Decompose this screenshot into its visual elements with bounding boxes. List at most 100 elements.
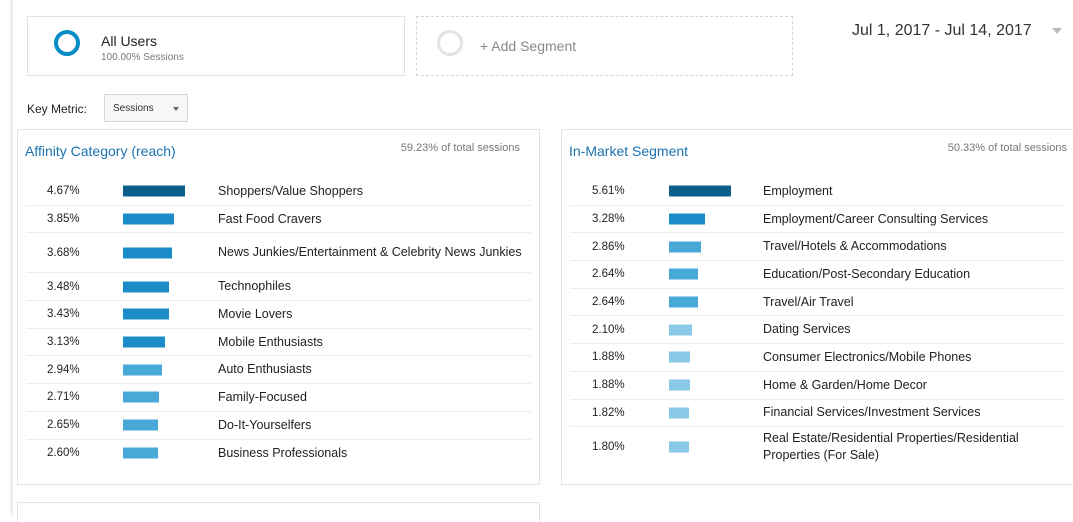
table-row[interactable]: 3.13% Mobile Enthusiasts bbox=[26, 329, 531, 357]
row-category[interactable]: Home & Garden/Home Decor bbox=[763, 372, 1068, 399]
row-category[interactable]: Auto Enthusiasts bbox=[218, 356, 523, 383]
table-row[interactable]: 3.85% Fast Food Cravers bbox=[26, 206, 531, 234]
row-category[interactable]: Employment bbox=[763, 178, 1068, 205]
table-row[interactable]: 1.88% Consumer Electronics/Mobile Phones bbox=[570, 344, 1065, 372]
table-row[interactable]: 1.80% Real Estate/Residential Properties/… bbox=[570, 427, 1065, 467]
key-metric-select[interactable]: Sessions bbox=[104, 94, 188, 122]
panel-total-share: 50.33% of total sessions bbox=[947, 142, 1067, 154]
row-percentage: 2.71% bbox=[47, 391, 80, 404]
share-bar bbox=[123, 185, 185, 197]
table-row[interactable]: 4.67% Shoppers/Value Shoppers bbox=[26, 178, 531, 206]
row-category[interactable]: Movie Lovers bbox=[218, 301, 523, 328]
row-percentage: 4.67% bbox=[47, 185, 80, 198]
row-percentage: 1.82% bbox=[592, 406, 625, 419]
segment-ring-icon bbox=[54, 30, 80, 56]
row-percentage: 5.61% bbox=[592, 185, 625, 198]
empty-segment-ring-icon bbox=[437, 30, 463, 56]
in-market-segment-panel: In-Market Segment 50.33% of total sessio… bbox=[561, 129, 1073, 485]
row-category[interactable]: Travel/Hotels & Accommodations bbox=[763, 233, 1068, 260]
add-segment-label: + Add Segment bbox=[480, 38, 577, 54]
panel-total-share: 59.23% of total sessions bbox=[400, 142, 520, 154]
row-category[interactable]: Dating Services bbox=[763, 316, 1068, 343]
table-row[interactable]: 2.60% Business Professionals bbox=[26, 440, 531, 468]
row-category[interactable]: Do-It-Yourselfers bbox=[218, 412, 523, 439]
add-segment-button[interactable]: + Add Segment bbox=[416, 16, 793, 76]
table-row[interactable]: 2.86% Travel/Hotels & Accommodations bbox=[570, 233, 1068, 262]
row-percentage: 3.85% bbox=[47, 213, 80, 226]
row-percentage: 1.88% bbox=[592, 379, 625, 392]
table-row[interactable]: 3.28% Employment/Career Consulting Servic… bbox=[570, 206, 1065, 234]
date-range-picker[interactable]: Jul 1, 2017 - Jul 14, 2017 bbox=[852, 22, 1032, 40]
chevron-down-icon[interactable] bbox=[1052, 28, 1062, 34]
segment-sessions-share: 100.00% Sessions bbox=[101, 52, 184, 63]
row-category[interactable]: Financial Services/Investment Services bbox=[763, 400, 1068, 427]
table-row[interactable]: 1.82% Financial Services/Investment Servi… bbox=[570, 400, 1065, 428]
table-row[interactable]: 2.94% Auto Enthusiasts bbox=[26, 356, 531, 385]
chevron-down-icon bbox=[173, 107, 179, 111]
row-percentage: 3.13% bbox=[47, 336, 80, 349]
share-bar bbox=[123, 308, 169, 320]
row-category[interactable]: Technophiles bbox=[218, 273, 523, 300]
table-row[interactable]: 2.10% Dating Services bbox=[570, 316, 1068, 345]
row-category[interactable]: Shoppers/Value Shoppers bbox=[218, 178, 523, 205]
left-gutter bbox=[10, 0, 13, 515]
table-row[interactable]: 2.71% Family-Focused bbox=[26, 384, 531, 412]
table-row[interactable]: 3.68% News Junkies/Entertainment & Celebr… bbox=[26, 233, 531, 274]
row-category[interactable]: Employment/Career Consulting Services bbox=[763, 206, 1068, 233]
row-percentage: 2.64% bbox=[592, 296, 625, 309]
table-row[interactable]: 2.65% Do-It-Yourselfers bbox=[26, 412, 531, 440]
affinity-category-panel: Affinity Category (reach) 59.23% of tota… bbox=[17, 129, 540, 485]
share-bar bbox=[123, 336, 165, 348]
table-row[interactable]: 3.48% Technophiles bbox=[26, 273, 531, 302]
panel-title[interactable]: Affinity Category (reach) bbox=[25, 143, 176, 159]
share-bar bbox=[123, 213, 174, 225]
key-metric-value: Sessions bbox=[113, 103, 154, 114]
row-percentage: 2.64% bbox=[592, 268, 625, 281]
row-category[interactable]: Business Professionals bbox=[218, 440, 523, 468]
share-bar bbox=[669, 296, 698, 308]
row-percentage: 3.48% bbox=[47, 280, 80, 293]
row-category[interactable]: Real Estate/Residential Properties/Resid… bbox=[763, 427, 1068, 467]
share-bar bbox=[123, 247, 172, 259]
in-market-rows: 5.61% Employment 3.28% Employment/Career Co… bbox=[570, 178, 1065, 467]
row-percentage: 2.60% bbox=[47, 447, 80, 460]
row-category[interactable]: Fast Food Cravers bbox=[218, 206, 523, 233]
share-bar bbox=[669, 407, 689, 419]
share-bar bbox=[123, 419, 158, 431]
row-category[interactable]: Consumer Electronics/Mobile Phones bbox=[763, 344, 1068, 371]
share-bar bbox=[669, 241, 701, 253]
row-percentage: 2.94% bbox=[47, 363, 80, 376]
panel-title[interactable]: In-Market Segment bbox=[569, 143, 688, 159]
row-category[interactable]: News Junkies/Entertainment & Celebrity N… bbox=[218, 233, 523, 272]
share-bar bbox=[669, 379, 690, 391]
share-bar bbox=[123, 364, 162, 376]
row-category[interactable]: Education/Post-Secondary Education bbox=[763, 261, 1068, 288]
table-row[interactable]: 2.64% Education/Post-Secondary Education bbox=[570, 261, 1065, 289]
row-percentage: 3.28% bbox=[592, 213, 625, 226]
segment-all-users[interactable]: All Users 100.00% Sessions bbox=[27, 16, 405, 76]
next-panel bbox=[17, 502, 540, 522]
row-category[interactable]: Family-Focused bbox=[218, 384, 523, 411]
share-bar bbox=[123, 447, 158, 459]
row-category[interactable]: Mobile Enthusiasts bbox=[218, 329, 523, 356]
row-percentage: 1.80% bbox=[592, 441, 625, 454]
row-category[interactable]: Travel/Air Travel bbox=[763, 289, 1068, 316]
row-percentage: 3.68% bbox=[47, 246, 80, 259]
share-bar bbox=[123, 281, 169, 293]
row-percentage: 3.43% bbox=[47, 308, 80, 321]
table-row[interactable]: 2.64% Travel/Air Travel bbox=[570, 289, 1065, 317]
share-bar bbox=[669, 441, 689, 453]
row-percentage: 2.10% bbox=[592, 323, 625, 336]
share-bar bbox=[669, 324, 692, 336]
share-bar bbox=[669, 185, 731, 197]
row-percentage: 1.88% bbox=[592, 351, 625, 364]
share-bar bbox=[669, 351, 690, 363]
share-bar bbox=[669, 268, 698, 280]
affinity-rows: 4.67% Shoppers/Value Shoppers 3.85% Fast Fo… bbox=[26, 178, 531, 467]
share-bar bbox=[123, 391, 159, 403]
key-metric-label: Key Metric: bbox=[27, 102, 88, 116]
table-row[interactable]: 3.43% Movie Lovers bbox=[26, 301, 531, 329]
row-percentage: 2.65% bbox=[47, 419, 80, 432]
table-row[interactable]: 5.61% Employment bbox=[570, 178, 1065, 206]
table-row[interactable]: 1.88% Home & Garden/Home Decor bbox=[570, 372, 1065, 400]
